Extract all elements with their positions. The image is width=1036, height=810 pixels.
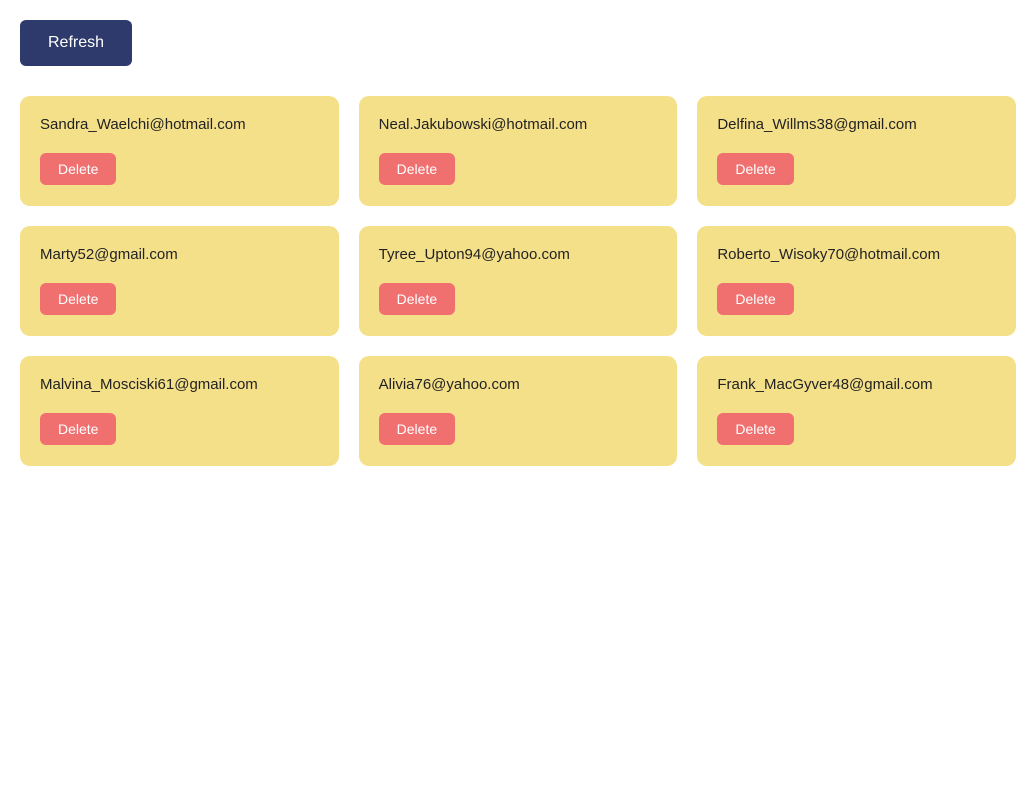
refresh-button[interactable]: Refresh bbox=[20, 20, 132, 66]
card: Marty52@gmail.com Delete bbox=[20, 226, 339, 336]
cards-grid: Sandra_Waelchi@hotmail.comDeleteNeal.Jak… bbox=[20, 96, 1016, 466]
delete-button[interactable]: Delete bbox=[40, 153, 116, 185]
card: Neal.Jakubowski@hotmail.com Delete bbox=[359, 96, 678, 206]
card-email: Neal.Jakubowski@hotmail.com bbox=[379, 116, 658, 133]
delete-button[interactable]: Delete bbox=[379, 153, 455, 185]
toolbar: Refresh bbox=[20, 20, 1016, 66]
delete-button[interactable]: Delete bbox=[379, 413, 455, 445]
card: Roberto_Wisoky70@hotmail.com Delete bbox=[697, 226, 1016, 336]
card-email: Sandra_Waelchi@hotmail.com bbox=[40, 116, 319, 133]
card-email: Roberto_Wisoky70@hotmail.com bbox=[717, 246, 996, 263]
card: Frank_MacGyver48@gmail.com Delete bbox=[697, 356, 1016, 466]
card: Sandra_Waelchi@hotmail.com Delete bbox=[20, 96, 339, 206]
delete-button[interactable]: Delete bbox=[717, 413, 793, 445]
delete-button[interactable]: Delete bbox=[717, 283, 793, 315]
card-email: Malvina_Mosciski61@gmail.com bbox=[40, 376, 319, 393]
card-email: Delfina_Willms38@gmail.com bbox=[717, 116, 996, 133]
card-email: Frank_MacGyver48@gmail.com bbox=[717, 376, 996, 393]
card: Tyree_Upton94@yahoo.com Delete bbox=[359, 226, 678, 336]
card-email: Tyree_Upton94@yahoo.com bbox=[379, 246, 658, 263]
card: Alivia76@yahoo.com Delete bbox=[359, 356, 678, 466]
card: Delfina_Willms38@gmail.com Delete bbox=[697, 96, 1016, 206]
card-email: Alivia76@yahoo.com bbox=[379, 376, 658, 393]
delete-button[interactable]: Delete bbox=[40, 283, 116, 315]
card-email: Marty52@gmail.com bbox=[40, 246, 319, 263]
delete-button[interactable]: Delete bbox=[379, 283, 455, 315]
delete-button[interactable]: Delete bbox=[717, 153, 793, 185]
card: Malvina_Mosciski61@gmail.com Delete bbox=[20, 356, 339, 466]
delete-button[interactable]: Delete bbox=[40, 413, 116, 445]
